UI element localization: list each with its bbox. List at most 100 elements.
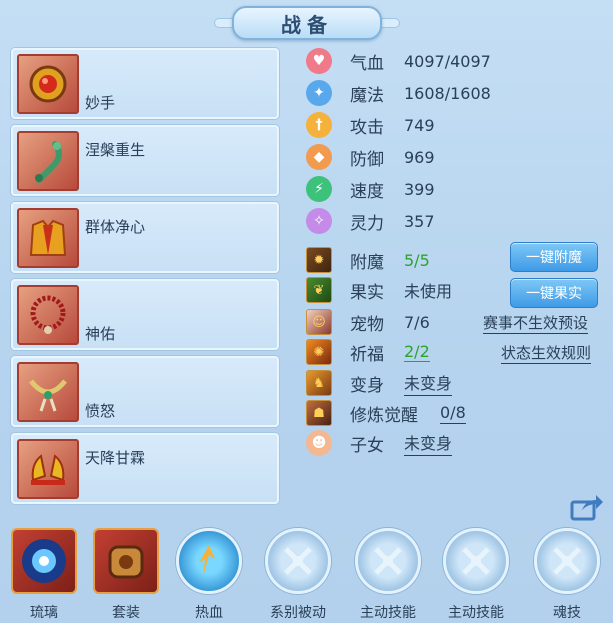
stat-attack: † 攻击 749 [306, 111, 435, 139]
status-rules-link[interactable]: 状态生效规则 [501, 342, 592, 364]
transform-value[interactable]: 未变身 [404, 370, 453, 396]
event-preset-link[interactable]: 赛事不生效预设 [483, 312, 589, 334]
enchant-value: 5/5 [404, 250, 430, 270]
slot-label: 热血 [195, 605, 223, 621]
pet-label: 宠物 [350, 314, 384, 335]
stat-label: 攻击 [350, 117, 384, 138]
shoes-icon [17, 439, 79, 499]
hot-blood-icon [176, 528, 242, 594]
blessing-icon: ✺ [306, 339, 332, 365]
armor-set-icon [93, 528, 159, 594]
spirit-icon: ✧ [306, 208, 332, 234]
equipment-name: 天降甘霖 [85, 449, 146, 467]
robe-icon [17, 208, 79, 268]
enchant-icon: ✹ [306, 247, 332, 273]
slot-label: 套装 [112, 605, 140, 621]
locked-slot-icon [355, 528, 421, 594]
enchant-label: 附魔 [350, 252, 384, 273]
slot-active-skill-1[interactable]: 主动技能 [348, 528, 428, 622]
pet-value: 7/6 [404, 312, 430, 332]
stat-value: 1608/1608 [404, 83, 491, 103]
slot-liuli[interactable]: 琉璃 [4, 528, 84, 622]
child-row: ☻ 子女 未变身 [306, 429, 453, 457]
awaken-value[interactable]: 0/8 [440, 403, 466, 424]
equipment-name: 妙手 [85, 94, 116, 112]
child-label: 子女 [350, 435, 384, 456]
stat-value: 969 [404, 147, 435, 167]
shield-icon: ◆ [306, 144, 332, 170]
slot-label: 魂技 [553, 605, 581, 621]
stat-label: 防御 [350, 149, 384, 170]
jade-pendant-icon [17, 131, 79, 191]
equipment-row[interactable]: 神佑 [11, 279, 279, 350]
fruit-all-button[interactable]: 一键果实 [510, 278, 598, 308]
lightning-icon: ⚡ [306, 176, 332, 202]
equipment-name: 涅槃重生 [85, 141, 146, 159]
locked-slot-icon [534, 528, 600, 594]
child-value[interactable]: 未变身 [404, 430, 453, 456]
fruit-label: 果实 [350, 282, 384, 303]
fruit-row: ❦ 果实 未使用 [306, 276, 452, 304]
slot-label: 主动技能 [448, 605, 504, 621]
stat-spirit: ✧ 灵力 357 [306, 207, 435, 235]
awaken-icon: ☗ [306, 400, 332, 426]
fire-ring-icon [17, 54, 79, 114]
slot-label: 主动技能 [360, 605, 416, 621]
battle-prep-panel: 战备 妙手 涅槃重生 群体净心 神佑 愤怒 天降甘霖 ♥ 气血 4097/409… [0, 0, 613, 623]
heart-icon: ♥ [306, 48, 332, 74]
equipment-name: 神佑 [85, 325, 116, 343]
awaken-row: ☗ 修炼觉醒 0/8 [306, 399, 466, 427]
equipment-row[interactable]: 群体净心 [11, 202, 279, 273]
equipment-row[interactable]: 妙手 [11, 48, 279, 119]
bottom-skill-bar: 琉璃 套装 热血 系别被动 主动技能 主动技能 魂技 [0, 528, 613, 623]
stat-speed: ⚡ 速度 399 [306, 175, 435, 203]
blessing-value[interactable]: 2/2 [404, 342, 430, 362]
child-icon: ☻ [306, 430, 332, 456]
pet-avatar-icon: ☺ [306, 309, 332, 335]
slot-set[interactable]: 套装 [86, 528, 166, 622]
stat-value: 4097/4097 [404, 51, 491, 71]
share-icon [570, 495, 603, 521]
slot-hot-blood[interactable]: 热血 [169, 528, 249, 622]
locked-slot-icon [443, 528, 509, 594]
enchant-all-button[interactable]: 一键附魔 [510, 242, 598, 272]
blessing-label: 祈福 [350, 344, 384, 365]
equipment-name: 愤怒 [85, 402, 116, 420]
equipment-name: 群体净心 [85, 218, 146, 236]
stat-label: 魔法 [350, 85, 384, 106]
glass-orb-icon [11, 528, 77, 594]
stat-label: 气血 [350, 53, 384, 74]
transform-row: ♞ 变身 未变身 [306, 369, 453, 397]
stat-label: 速度 [350, 181, 384, 202]
equipment-list: 妙手 涅槃重生 群体净心 神佑 愤怒 天降甘霖 [11, 48, 279, 510]
slot-soul-skill[interactable]: 魂技 [527, 528, 607, 622]
sword-icon: † [306, 112, 332, 138]
transform-label: 变身 [350, 375, 384, 396]
blessing-row: ✺ 祈福 2/2 [306, 338, 430, 366]
equipment-row[interactable]: 天降甘霖 [11, 433, 279, 504]
stat-mp: ✦ 魔法 1608/1608 [306, 79, 491, 107]
stat-hp: ♥ 气血 4097/4097 [306, 47, 491, 75]
leaf-icon: ❦ [306, 277, 332, 303]
equipment-row[interactable]: 涅槃重生 [11, 125, 279, 196]
slot-label: 系别被动 [270, 605, 326, 621]
stat-value: 399 [404, 179, 435, 199]
locked-slot-icon [265, 528, 331, 594]
magic-icon: ✦ [306, 80, 332, 106]
fruit-value: 未使用 [404, 282, 453, 301]
necklace-icon [17, 362, 79, 422]
panel-title-banner: 战备 [232, 6, 382, 40]
transform-icon: ♞ [306, 370, 332, 396]
equipment-row[interactable]: 愤怒 [11, 356, 279, 427]
panel-title: 战备 [281, 12, 333, 37]
slot-passive[interactable]: 系别被动 [258, 528, 338, 622]
awaken-label: 修炼觉醒 [350, 405, 418, 426]
slot-label: 琉璃 [30, 605, 58, 621]
share-button[interactable] [570, 492, 604, 522]
beads-icon [17, 285, 79, 345]
slot-active-skill-2[interactable]: 主动技能 [436, 528, 516, 622]
pet-row: ☺ 宠物 7/6 [306, 308, 430, 336]
stat-value: 749 [404, 115, 435, 135]
enchant-row: ✹ 附魔 5/5 [306, 246, 430, 274]
stat-defense: ◆ 防御 969 [306, 143, 435, 171]
